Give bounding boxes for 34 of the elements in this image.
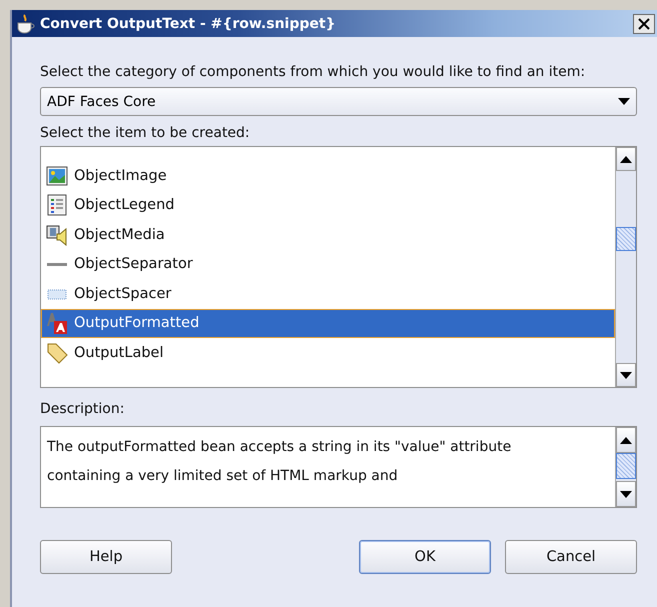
line-icon	[46, 262, 68, 266]
list-item[interactable]: ObjectSeparator	[41, 250, 615, 279]
scrollbar[interactable]	[615, 427, 636, 507]
list-item[interactable]: OutputFormatted	[41, 308, 615, 338]
list-item[interactable]: ObjectSpacer	[41, 279, 615, 308]
scrollbar[interactable]	[615, 147, 636, 387]
scroll-up-icon	[620, 156, 632, 162]
description-text: The outputFormatted bean accepts a string in its "value" attribute containing a very limited set of HTML markup and	[47, 439, 512, 484]
film-speaker-icon	[46, 224, 68, 246]
close-button[interactable]	[633, 14, 655, 34]
scroll-down-icon	[620, 490, 632, 498]
font-icon	[46, 312, 68, 334]
cancel-button[interactable]: Cancel	[505, 540, 637, 574]
scroll-up-icon	[620, 436, 632, 444]
scroll-thumb[interactable]	[616, 453, 636, 479]
close-icon	[638, 18, 650, 30]
image-icon	[46, 164, 68, 187]
window-title: Convert OutputText - #{row.snippet}	[40, 16, 337, 32]
dropdown-caret-icon	[618, 98, 630, 105]
scroll-thumb[interactable]	[616, 227, 636, 251]
tag-icon	[46, 342, 68, 364]
ok-button[interactable]: OK	[359, 540, 491, 574]
list-icon	[46, 194, 68, 216]
list-item[interactable]: OutputLabel	[41, 338, 615, 368]
category-label: Select the category of components from which you would like to find an item:	[40, 63, 586, 81]
item-list-label: Select the item to be created:	[40, 124, 251, 142]
help-button[interactable]: Help	[40, 540, 172, 574]
description-label: Description:	[40, 400, 126, 418]
category-dropdown[interactable]: ADF Faces Core	[40, 87, 637, 116]
coffee-cup-icon	[16, 14, 36, 34]
list-item[interactable]: ObjectLegend	[41, 190, 615, 220]
list-item[interactable]: ObjectMedia	[41, 220, 615, 250]
scroll-down-icon	[620, 372, 632, 378]
list-item[interactable]: ObjectImage	[41, 161, 615, 190]
